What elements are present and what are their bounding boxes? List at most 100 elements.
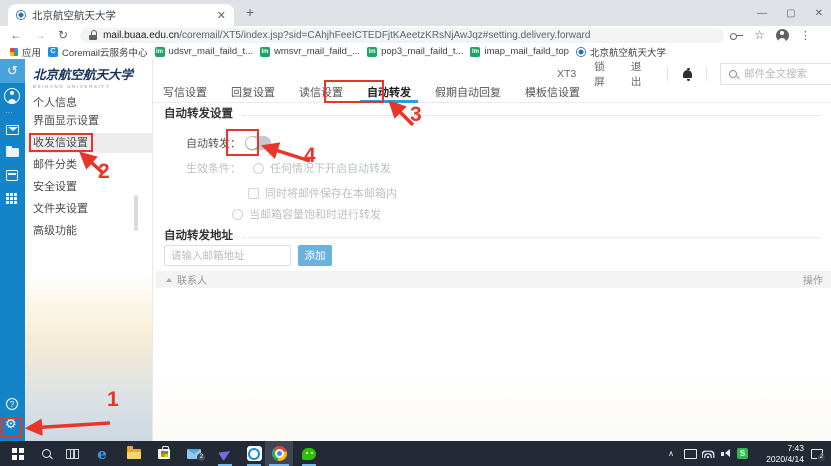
bookmark-coremail[interactable]: Coremail云服务中心 [48,45,148,59]
sogou-input-icon[interactable]: S [735,441,750,466]
tab-title: 北京航空航天大学 [32,8,211,23]
taskbar-clock[interactable]: 7:43 2020/4/14 [752,441,804,466]
bookmark-apps[interactable]: 应用 [10,45,41,59]
mail-icon[interactable] [6,125,19,135]
browser-tab-bar: 北京航空航天大学 ✕ + — ▢ ✕ [0,0,831,26]
paper-plane-icon [218,446,233,460]
help-icon[interactable]: ? [6,398,18,410]
section-title: 自动转发地址 [164,227,233,243]
url-path: /coremail/XT5/index.jsp?sid=CAhjhFeeICTE… [179,30,590,41]
bookmark-wmsvr[interactable]: wmsvr_mail_faild_... [260,46,360,57]
lock-icon [89,30,97,40]
file-explorer-app[interactable] [120,441,148,466]
tab-compose[interactable]: 写信设置 [158,84,212,102]
xt3-link[interactable]: XT3 [557,68,576,80]
task-view-button[interactable] [58,441,86,466]
webmail-page: ↺ ⋯ ? ⚙ 北京航空航天大学 BEIHANG UNIVERSITY 个人信息… [0,59,831,441]
tab-auto-forward[interactable]: 自动转发 [362,84,416,102]
auto-forward-toggle[interactable] [245,136,271,150]
tab-read[interactable]: 读信设置 [294,84,348,102]
sidebar-item-send-receive[interactable]: 收发信设置 [25,133,152,153]
tray-expand-chevron[interactable]: ∧ [664,441,678,466]
search-input[interactable] [744,68,831,80]
bookmark-imap[interactable]: imap_mail_faild_top [470,46,569,57]
start-button[interactable] [4,441,32,466]
browser-tab[interactable]: 北京航空航天大学 ✕ [8,4,234,26]
contact-column-header: 联系人 [177,272,207,287]
lm-icon [470,47,480,57]
tab-vacation[interactable]: 假期自动回复 [430,84,506,102]
bookmark-label: 北京航空航天大学 [590,45,666,59]
minimize-button[interactable]: — [757,8,767,19]
mail-app[interactable]: 2 [180,441,208,466]
browser-app[interactable] [240,441,268,466]
back-icon[interactable]: ← [10,28,22,42]
windows-logo-icon [12,448,24,460]
mail-search-box[interactable] [720,63,831,85]
back-to-mail-icon[interactable]: ↺ [0,59,25,83]
wifi-tray-icon[interactable] [700,441,716,466]
close-button[interactable]: ✕ [815,8,823,19]
bookmark-pop3[interactable]: pop3_mail_faild_t... [367,46,463,57]
tab-reply[interactable]: 回复设置 [226,84,280,102]
taskbar-search-button[interactable] [32,441,60,466]
bookmark-buaa[interactable]: 北京航空航天大学 [576,45,666,59]
password-key-icon[interactable] [730,30,743,40]
reload-icon[interactable]: ↻ [58,28,68,42]
store-app[interactable] [150,441,178,466]
radio-when-full[interactable] [232,209,243,220]
bookmark-label: 应用 [22,45,41,59]
profile-avatar-icon[interactable] [776,29,789,42]
toggle-label: 自动转发： [186,135,241,151]
settings-gear-icon[interactable]: ⚙ [5,416,17,432]
webmail-logo: 北京航空航天大学 BEIHANG UNIVERSITY [33,64,133,89]
display-tray-icon[interactable] [682,441,698,466]
edge-app[interactable]: e [88,441,116,466]
address-bar[interactable]: mail.buaa.edu.cn/coremail/XT5/index.jsp?… [80,28,724,43]
keep-copy-checkbox[interactable] [248,188,259,199]
add-button[interactable]: 添加 [298,245,332,266]
action-center-button[interactable]: 2 [808,441,826,466]
forward-address-input[interactable] [164,245,291,266]
sidebar-item-mail-sort[interactable]: 邮件分类 [25,155,152,175]
user-avatar-icon[interactable] [4,88,20,104]
sidebar-item-security[interactable]: 安全设置 [25,177,152,197]
bookmark-star-icon[interactable]: ☆ [754,28,765,42]
notification-square: 2 [811,449,823,459]
clock-time: 7:43 [787,443,804,453]
clock-date: 2020/4/14 [766,454,804,464]
tab-template[interactable]: 模板信设置 [520,84,585,102]
volume-tray-icon[interactable] [718,441,732,466]
calendar-icon[interactable] [6,170,18,181]
apps-icon[interactable] [6,193,17,204]
action-column-header: 操作 [803,272,823,287]
settings-sidebar: 北京航空航天大学 BEIHANG UNIVERSITY 个人信息 界面显示设置 … [25,59,152,441]
url-domain: mail.buaa.edu.cn [103,30,179,41]
new-tab-button[interactable]: + [246,4,254,20]
messenger-app[interactable] [211,441,239,466]
sogou-s: S [737,448,748,459]
wechat-app[interactable] [295,441,323,466]
sidebar-item-profile[interactable]: 个人信息 [25,93,152,113]
radio-any-condition[interactable] [253,163,264,174]
bookmark-udsvr[interactable]: udsvr_mail_faild_t... [155,46,253,57]
maximize-button[interactable]: ▢ [786,8,795,19]
address-input-row: 添加 [164,245,332,266]
search-icon [729,70,737,78]
logo-title: 北京航空航天大学 [33,64,133,83]
chrome-app[interactable] [265,441,293,466]
forward-icon[interactable]: → [34,28,46,42]
sidebar-scrollbar[interactable] [134,195,138,231]
divider [706,67,707,81]
divider [667,67,668,81]
windows-taskbar: e 2 ∧ S 7:43 2020/4/14 2 [0,441,831,466]
folders-icon[interactable] [6,148,19,157]
sidebar-item-advanced[interactable]: 高级功能 [25,221,152,241]
sidebar-item-folders[interactable]: 文件夹设置 [25,199,152,219]
sort-caret-icon[interactable] [166,278,172,282]
notification-bell-icon[interactable] [683,70,692,78]
tab-close-icon[interactable]: ✕ [217,9,226,22]
sidebar-item-display[interactable]: 界面显示设置 [25,111,152,131]
top-controls: XT3 锁屏 退出 [557,63,831,85]
browser-menu-icon[interactable]: ⋮ [800,29,811,42]
